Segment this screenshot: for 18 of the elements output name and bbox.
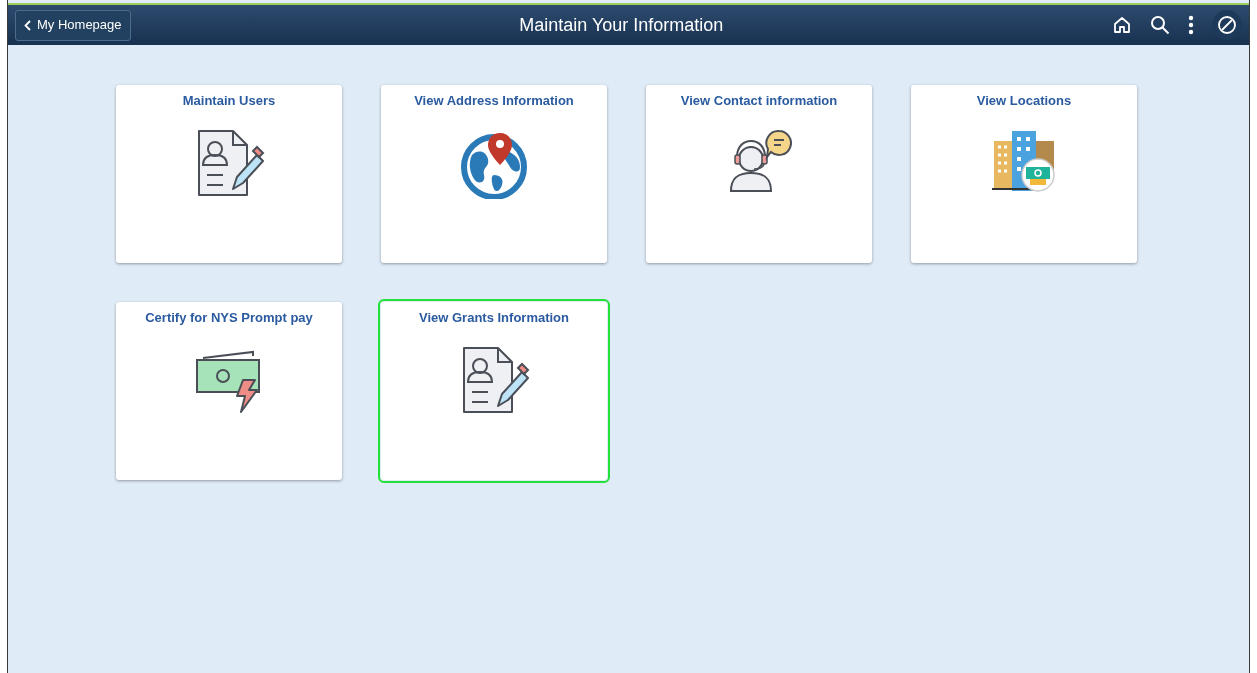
page-title: Maintain Your Information [519,13,724,37]
tile-title: View Contact information [680,92,838,110]
more-options-icon[interactable] [1188,15,1194,35]
tile[interactable]: View Grants Information [381,302,607,480]
search-icon[interactable] [1150,15,1170,35]
tile-title: Maintain Users [182,92,276,110]
tile-title: View Grants Information [419,309,569,327]
tile[interactable]: View Locations [911,85,1137,263]
home-icon[interactable] [1112,15,1132,35]
tile[interactable]: View Address Information [381,85,607,263]
tile-title: View Locations [976,92,1072,110]
chevron-left-icon [24,19,31,31]
tile[interactable]: Maintain Users [116,85,342,263]
tile-title: View Address Information [414,92,574,110]
tile[interactable]: Certify for NYS Prompt pay [116,302,342,480]
tile-title: Certify for NYS Prompt pay [145,309,313,327]
tile[interactable]: View Contact information [646,85,872,263]
back-button[interactable]: My Homepage [15,9,131,41]
